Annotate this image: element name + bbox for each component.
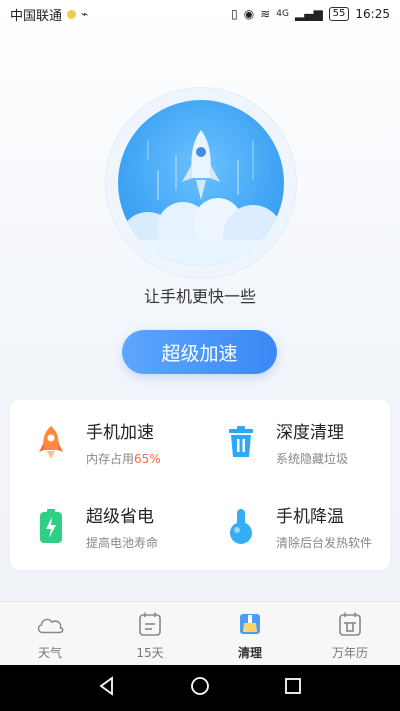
feature-title: 超级省电	[86, 507, 154, 527]
tab-clean[interactable]: 清理	[200, 602, 300, 665]
tab-label: 万年历	[331, 646, 368, 660]
tab-15-days[interactable]: 15天	[100, 602, 200, 665]
feature-card: 手机加速 内存占用65% 深度清理 系统隐藏垃圾 超级省电 提高电池寿命 手机降…	[10, 400, 390, 570]
feature-deep-clean[interactable]: 深度清理 系统隐藏垃圾	[222, 422, 348, 467]
feature-power-saving[interactable]: 超级省电 提高电池寿命	[32, 506, 158, 551]
system-nav-bar	[0, 665, 400, 711]
tab-weather[interactable]: 天气	[0, 602, 100, 665]
rocket-icon	[32, 422, 70, 462]
tab-label: 15天	[136, 646, 164, 660]
recents-icon[interactable]	[282, 675, 304, 701]
status-left: 中国联通 ⌁	[10, 5, 88, 24]
status-bar: 中国联通 ⌁ ▯ ◉ ≋ 4G ▂▄▆ 55 16:25	[0, 0, 400, 28]
tab-label: 清理	[237, 646, 262, 660]
carrier-label: 中国联通	[10, 8, 63, 24]
trash-icon	[222, 422, 260, 462]
back-icon[interactable]	[96, 675, 118, 701]
super-boost-button[interactable]: 超级加速	[122, 330, 277, 374]
feature-phone-boost[interactable]: 手机加速 内存占用65%	[32, 422, 161, 467]
eye-icon: ◉	[243, 7, 255, 21]
home-icon[interactable]	[189, 675, 211, 701]
feature-subtitle: 内存占用65%	[86, 450, 161, 467]
weather-icon	[67, 9, 77, 19]
bottom-nav: 天气 15天 清理 万年历	[0, 601, 400, 665]
cloud-icon	[35, 610, 65, 638]
battery-icon: 55	[328, 7, 350, 21]
feature-title: 手机加速	[86, 423, 154, 443]
tab-label: 天气	[37, 646, 62, 660]
feature-title: 深度清理	[276, 423, 344, 443]
feature-subtitle: 清除后台发热软件	[276, 536, 373, 550]
battery-icon	[32, 506, 70, 546]
battery-level: 55	[332, 8, 346, 19]
thermometer-icon	[222, 506, 260, 546]
memory-label: 内存占用	[86, 452, 135, 466]
calendar-icon	[335, 610, 365, 638]
tab-perpetual-calendar[interactable]: 万年历	[300, 602, 400, 665]
feature-subtitle: 系统隐藏垃圾	[276, 452, 349, 466]
rocket-illustration-icon	[118, 130, 284, 266]
feature-cool-down[interactable]: 手机降温 清除后台发热软件	[222, 506, 372, 551]
clock: 16:25	[355, 7, 390, 21]
feature-subtitle: 提高电池寿命	[86, 536, 159, 550]
usb-icon: ⌁	[81, 7, 89, 21]
broom-icon	[235, 610, 265, 638]
status-right: ▯ ◉ ≋ 4G ▂▄▆ 55 16:25	[231, 7, 390, 21]
vibrate-icon: ▯	[231, 7, 238, 21]
memory-percent: 65%	[134, 452, 161, 466]
wifi-icon: ≋	[260, 7, 271, 21]
calendar-list-icon	[135, 610, 165, 638]
network-label: 4G	[276, 9, 289, 19]
hero-caption: 让手机更快一些	[143, 287, 256, 306]
signal-icon: ▂▄▆	[294, 7, 323, 21]
hero-rocket-illustration	[118, 100, 284, 266]
feature-title: 手机降温	[276, 507, 344, 527]
